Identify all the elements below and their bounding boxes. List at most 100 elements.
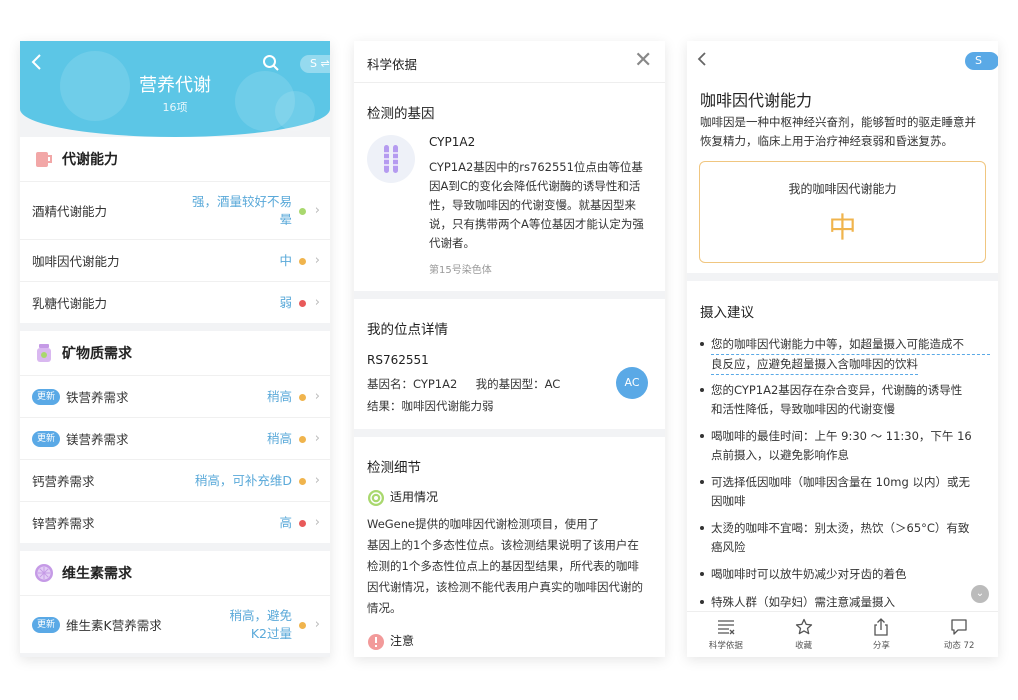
citrus-slice-icon [34, 563, 54, 583]
comment-icon [920, 617, 998, 637]
scientific-basis-screen: 科学依据 ✕ 检测的基因 CYP1A2 CYP1A2基因中的rs762551位点… [354, 41, 665, 657]
chevron-right-icon: › [314, 388, 320, 404]
section-title: 摄入建议 [700, 305, 754, 321]
tab-share[interactable]: 分享 [843, 612, 921, 657]
section-minerals: 矿物质需求 更新 铁营养需求 稍高 › 更新 镁营养需求 稍高 › 钙营养需求 … [20, 331, 330, 543]
suggestion-card: 摄入建议 您的咖啡因代谢能力中等，如超量摄入可能造成不 良反应，应避免超量摄入含… [687, 281, 998, 621]
section-title: 我的位点详情 [367, 322, 448, 338]
list-item: 您的咖啡因代谢能力中等，如超量摄入可能造成不 良反应，应避免超量摄入含咖啡因的饮… [700, 335, 990, 375]
applicable-title: 适用情况 [390, 490, 439, 504]
chevron-right-icon: › [314, 294, 320, 310]
row-label: 酒精代谢能力 [32, 204, 108, 219]
list-item-calcium[interactable]: 钙营养需求 稍高，可补充维D › [20, 459, 330, 501]
chevron-right-icon: › [314, 252, 320, 268]
list-item-magnesium[interactable]: 更新 镁营养需求 稍高 › [20, 417, 330, 459]
nutrition-metabolism-screen: 营养代谢 16项 S ⇌ 代谢能力 酒精代谢能力 强，酒量较好不易晕 › 咖啡因… [20, 41, 330, 657]
row-label: 乳糖代谢能力 [32, 296, 108, 311]
section-title: 检测细节 [367, 460, 421, 476]
section-vitamins: 维生素需求 更新 维生素K营养需求 稍高，避免 K2过量 › [20, 551, 330, 653]
update-badge: 更新 [32, 430, 61, 447]
status-dot [299, 257, 306, 265]
tab-label: 收藏 [795, 641, 813, 651]
switch-toggle[interactable]: S ⇌ [965, 52, 998, 85]
site-id: RS762551 [367, 353, 429, 367]
list-item: 太烫的咖啡不宜喝：别太烫，热饮（＞65°C）有致 癌风险 [700, 519, 990, 557]
list-item-zinc[interactable]: 锌营养需求 高 › [20, 501, 330, 543]
row-value: 稍高，可补充维D [194, 472, 292, 488]
cup-icon [34, 149, 54, 169]
back-icon[interactable] [30, 53, 50, 73]
back-icon[interactable] [697, 51, 707, 72]
search-icon[interactable] [262, 54, 280, 72]
tab-favorite[interactable]: 收藏 [765, 612, 843, 657]
row-value: 中 [279, 252, 292, 268]
row-value: 稍高，避免 K2过量 [229, 607, 292, 641]
status-dot [299, 393, 306, 401]
list-item-iron[interactable]: 更新 铁营养需求 稍高 › [20, 375, 330, 417]
test-detail-card: 检测细节 适用情况 WeGene提供的咖啡因代谢检测项目，使用了 基因上的1个多… [354, 437, 665, 657]
my-capacity-box: 我的咖啡因代谢能力 中 [699, 161, 986, 263]
tab-activity[interactable]: 动态 72 [920, 612, 998, 657]
tab-scientific-basis[interactable]: 科学依据 [687, 612, 765, 657]
scroll-down-button[interactable]: ⌄ [971, 585, 989, 603]
list-item-lactose[interactable]: 乳糖代谢能力 弱 › [20, 281, 330, 323]
site-gene-info: 基因名：CYP1A2 我的基因型：AC [367, 377, 561, 391]
note-title: 注意 [390, 634, 415, 648]
share-icon [843, 617, 921, 637]
chevron-right-icon: › [314, 472, 320, 488]
chevron-right-icon: › [314, 430, 320, 446]
status-dot [299, 477, 306, 485]
bottom-tab-bar: 科学依据 收藏 分享 动态 72 [687, 611, 998, 657]
status-dot [299, 621, 306, 629]
close-icon[interactable]: ✕ [634, 50, 652, 72]
chevron-right-icon: › [314, 202, 320, 218]
description: 咖啡因是一种中枢神经兴奋剂，能够暂时的驱走睡意并 恢复精力，临床上用于治疗神经衰… [700, 115, 976, 148]
row-label: 钙营养需求 [32, 474, 95, 489]
target-icon [367, 489, 385, 511]
tab-label: 动态 72 [943, 641, 975, 651]
page-title: 咖啡因代谢能力 [700, 91, 813, 110]
list-item: 可选择低因咖啡（咖啡因含量在 10mg 以内）或无 因咖啡 [700, 473, 990, 511]
row-value: 稍高 [266, 388, 292, 404]
page-title: 营养代谢 [139, 75, 211, 96]
star-icon [765, 617, 843, 637]
gene-description: CYP1A2基因中的rs762551位点由等位基 因A到C的变化会降低代谢酶的诱… [429, 160, 644, 250]
list-item: 您的CYP1A2基因存在杂合变异，代谢酶的诱导性 和活性降低，导致咖啡因的代谢变… [700, 381, 990, 419]
caffeine-metabolism-screen: S ⇌ 咖啡因代谢能力 咖啡因是一种中枢神经兴奋剂，能够暂时的驱走睡意并 恢复精… [687, 41, 998, 657]
tab-label: 分享 [872, 641, 890, 651]
row-label: 镁营养需求 [66, 432, 129, 447]
capacity-label: 我的咖啡因代谢能力 [788, 182, 897, 196]
page-title: 科学依据 [367, 57, 418, 72]
applicable-text: WeGene提供的咖啡因代谢检测项目，使用了 基因上的1个多态性位点。该检测结果… [367, 517, 643, 615]
status-dot [299, 519, 306, 527]
capacity-value: 中 [828, 211, 857, 244]
top-bar: 科学依据 ✕ [354, 41, 665, 83]
list-item-alcohol[interactable]: 酒精代谢能力 强，酒量较好不易晕 › [20, 181, 330, 239]
section-title: 检测的基因 [367, 106, 435, 122]
supplement-bottle-icon [34, 343, 54, 363]
list-item-caffeine[interactable]: 咖啡因代谢能力 中 › [20, 239, 330, 281]
row-label: 咖啡因代谢能力 [32, 254, 120, 269]
section-title: 代谢能力 [62, 152, 118, 168]
row-label: 铁营养需求 [66, 390, 129, 405]
section-title: 矿物质需求 [62, 346, 132, 362]
site-detail-card: 我的位点详情 RS762551 基因名：CYP1A2 我的基因型：AC 结果：咖… [354, 299, 665, 429]
row-value: 弱 [279, 294, 292, 310]
list-item: 喝咖啡时可以放牛奶减少对牙齿的着色 [700, 565, 990, 584]
gene-card: 检测的基因 CYP1A2 CYP1A2基因中的rs762551位点由等位基 因A… [354, 83, 665, 291]
section-metabolism: 代谢能力 酒精代谢能力 强，酒量较好不易晕 › 咖啡因代谢能力 中 › 乳糖代谢… [20, 137, 330, 323]
chromosome-icon [367, 135, 415, 183]
summary-card: S ⇌ 咖啡因代谢能力 咖啡因是一种中枢神经兴奋剂，能够暂时的驱走睡意并 恢复精… [687, 41, 998, 273]
row-label: 维生素K营养需求 [66, 618, 162, 633]
warning-icon [367, 633, 385, 655]
list-icon [687, 617, 765, 637]
chevron-right-icon: › [314, 514, 320, 530]
list-item-vitamin-k[interactable]: 更新 维生素K营养需求 稍高，避免 K2过量 › [20, 595, 330, 653]
site-result: 结果：咖啡因代谢能力弱 [367, 399, 494, 413]
section-title: 维生素需求 [62, 566, 132, 582]
update-badge: 更新 [32, 388, 61, 405]
item-count: 16项 [162, 101, 188, 114]
gene-name: CYP1A2 [429, 135, 476, 149]
header: 营养代谢 16项 S ⇌ [20, 41, 330, 137]
switch-toggle[interactable]: S ⇌ [300, 55, 330, 73]
